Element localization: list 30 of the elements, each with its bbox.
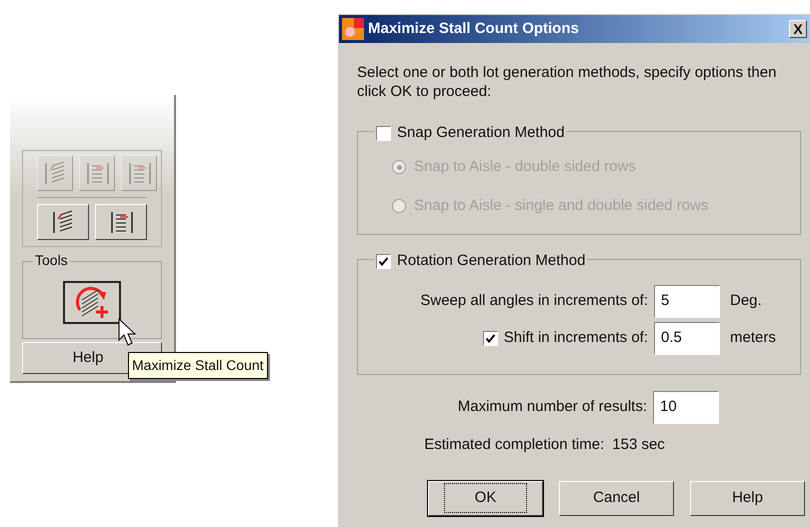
input-field[interactable]: 10 [653, 391, 719, 424]
dialog-button[interactable]: Cancel [559, 480, 674, 516]
unit-label: Deg. [730, 291, 762, 312]
estimate-label: Estimated completion time: [424, 435, 604, 455]
instructions: Select one or both lot generation methods, specify options then click OK to proceed: [357, 63, 777, 101]
estimate-value: 153 sec [612, 435, 665, 455]
group-title: Tools [33, 253, 70, 267]
field-label: Maximum number of results: [456, 397, 648, 418]
field-label: Sweep all angles in increments of: [419, 291, 649, 312]
close-button[interactable]: X [789, 20, 807, 38]
unit-label: meters [730, 328, 776, 348]
field-label: Shift in increments of: [504, 328, 648, 348]
dialog-button[interactable]: Help [690, 480, 805, 516]
radio-button[interactable] [392, 198, 406, 213]
group-label: Rotation Generation Method [397, 251, 586, 271]
app-icon [342, 18, 364, 40]
checkbox[interactable] [482, 331, 498, 346]
input-field[interactable]: 0.5 [654, 322, 720, 355]
maximize-stall-count-button[interactable] [63, 280, 121, 324]
checkbox[interactable] [376, 126, 391, 141]
group-label: Snap Generation Method [397, 123, 565, 143]
checkbox[interactable] [376, 254, 391, 269]
window-title: Maximize Stall Count Options [368, 18, 579, 39]
input-field[interactable]: 5 [654, 285, 720, 318]
tooltip: Maximize Stall Count [128, 352, 268, 379]
dialog-button[interactable]: OK [428, 480, 543, 516]
toolbar-button[interactable] [37, 204, 89, 240]
mouse-pointer-icon [118, 318, 138, 348]
toolbar-button[interactable] [95, 204, 147, 240]
radio-button[interactable] [392, 160, 406, 174]
